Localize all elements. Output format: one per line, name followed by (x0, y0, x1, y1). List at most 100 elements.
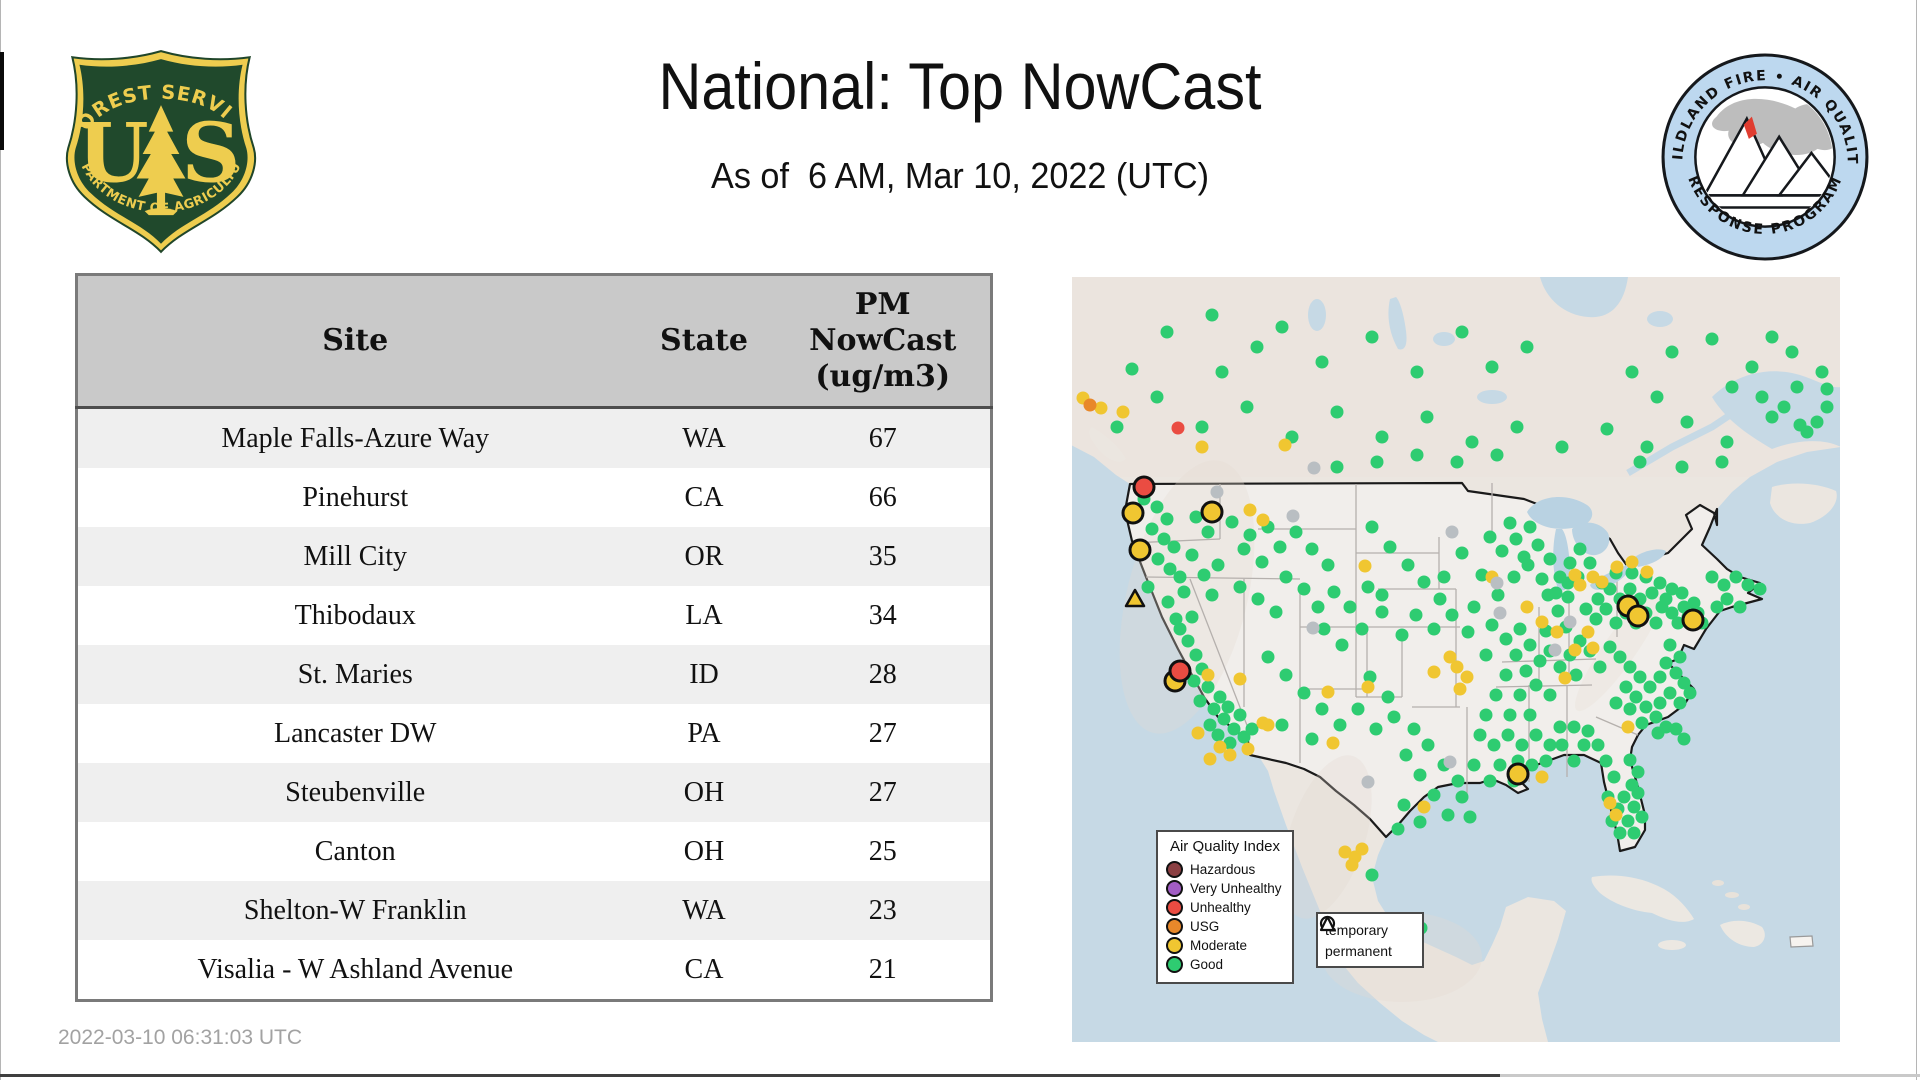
temporary-site-marker (1506, 762, 1530, 786)
monitor-dot-good (1365, 330, 1379, 344)
monitor-dot-good (1461, 625, 1475, 639)
monitor-dot-good (1193, 694, 1207, 708)
temporary-site-marker (1121, 501, 1145, 525)
window-left-border (0, 0, 1, 1080)
monitor-dot-good (1581, 724, 1595, 738)
table-row: Steubenville OH 27 (76, 763, 992, 822)
monitor-dot-good (1305, 542, 1319, 556)
table-row: Shelton-W Franklin WA 23 (76, 881, 992, 940)
marker-type-legend: temporary permanent (1316, 912, 1424, 968)
monitor-dot-moderate (1586, 641, 1600, 655)
state-cell: PA (632, 704, 776, 763)
monitor-dot-good (1355, 622, 1369, 636)
monitor-dot-moderate (1201, 668, 1215, 682)
pm-header-line1: PM (854, 287, 911, 322)
monitor-dot-good (1513, 688, 1527, 702)
monitor-dot-moderate (1233, 672, 1247, 686)
monitor-dot-good (1451, 774, 1465, 788)
monitor-dot-good (1621, 814, 1635, 828)
monitor-dot-good (1375, 430, 1389, 444)
monitor-dot-moderate (1321, 685, 1335, 699)
monitor-dot-good (1820, 382, 1834, 396)
monitor-dot-good (1567, 754, 1581, 768)
monitor-dot-good (1370, 455, 1384, 469)
aqi-level-label: Hazardous (1190, 862, 1256, 877)
monitor-dot-good (1633, 670, 1647, 684)
pm-header-line2: NowCast (809, 323, 957, 358)
monitor-dot-good (1483, 774, 1497, 788)
monitor-dot-good (1205, 308, 1219, 322)
monitor-dot-good (1517, 550, 1531, 564)
monitor-dot-moderate (1358, 559, 1372, 573)
monitor-dot-good (1479, 648, 1493, 662)
table-row: Visalia - W Ashland Avenue CA 21 (76, 940, 992, 1001)
monitor-dot-good (1609, 616, 1623, 630)
monitor-dot-good (1625, 365, 1639, 379)
site-column-header: Site (76, 274, 633, 409)
site-cell: Steubenville (76, 763, 633, 822)
monitor-dot-good (1279, 570, 1293, 584)
monitor-dot-good (1777, 400, 1791, 414)
monitor-dot-good (1255, 555, 1269, 569)
monitor-dot-good (1635, 716, 1649, 730)
monitor-dot-good (1479, 708, 1493, 722)
monitor-dot-good (1437, 570, 1451, 584)
monitor-dot-good (1659, 656, 1673, 670)
monitor-dot-good (1343, 600, 1357, 614)
monitor-dot-good (1383, 540, 1397, 554)
monitor-dot-good (1673, 650, 1687, 664)
monitor-dot-good (1653, 696, 1667, 710)
monitor-dot-good (1553, 570, 1567, 584)
monitor-dot-good (1503, 708, 1517, 722)
monitor-dot-good (1753, 582, 1767, 596)
monitor-dot-good (1181, 634, 1195, 648)
site-cell: Lancaster DW (76, 704, 633, 763)
aqi-color-swatch-icon (1166, 918, 1183, 935)
monitor-dot-good (1627, 826, 1641, 840)
monitor-dot-good (1785, 345, 1799, 359)
monitor-dot-good (1145, 522, 1159, 536)
monitor-dot-moderate (1116, 405, 1130, 419)
monitor-dot-good (1533, 654, 1547, 668)
monitor-dot-good (1399, 748, 1413, 762)
aqi-color-swatch-icon (1166, 861, 1183, 878)
monitor-dot-moderate (1355, 842, 1369, 856)
aqi-legend-item: Unhealthy (1166, 898, 1284, 917)
monitor-dot-good (1330, 460, 1344, 474)
monitor-dot-good (1675, 586, 1689, 600)
monitor-dot-good (1491, 588, 1505, 602)
monitor-dot-good (1663, 686, 1677, 700)
temporary-site-marker (1626, 604, 1650, 628)
monitor-dot-good (1613, 826, 1627, 840)
monitor-dot-good (1631, 786, 1645, 800)
pm-cell: 23 (775, 881, 992, 940)
monitor-dot-good (1375, 605, 1389, 619)
monitor-dot-other (1361, 775, 1375, 789)
monitor-dot-good (1623, 582, 1637, 596)
monitor-dot-good (1213, 690, 1227, 704)
pm-cell: 21 (775, 940, 992, 1001)
monitor-dot-moderate (1609, 808, 1623, 822)
aqi-legend: Air Quality Index Hazardous Very Unhealth… (1156, 830, 1294, 984)
site-cell: Thibodaux (76, 586, 633, 645)
aqi-legend-item: Hazardous (1166, 860, 1284, 879)
monitor-dot-good (1273, 540, 1287, 554)
pm-header-line3: (ug/m3) (815, 359, 951, 394)
state-cell: OH (632, 763, 776, 822)
monitor-dot-moderate (1568, 643, 1582, 657)
monitor-dot-good (1529, 728, 1543, 742)
monitor-dot-other (1286, 509, 1300, 523)
monitor-dot-good (1251, 592, 1265, 606)
monitor-dot-moderate (1417, 800, 1431, 814)
monitor-dot-moderate (1241, 742, 1255, 756)
monitor-dot-good (1765, 330, 1779, 344)
monitor-dot-good (1160, 325, 1174, 339)
lake-small-4 (1647, 311, 1673, 327)
monitor-dot-good (1653, 576, 1667, 590)
aqi-color-swatch-icon (1166, 956, 1183, 973)
monitor-dot-good (1569, 668, 1583, 682)
monitor-dot-moderate (1453, 682, 1467, 696)
monitor-dot-moderate (1203, 752, 1217, 766)
monitor-dot-usg (1083, 398, 1097, 412)
monitor-dot-good (1233, 708, 1247, 722)
